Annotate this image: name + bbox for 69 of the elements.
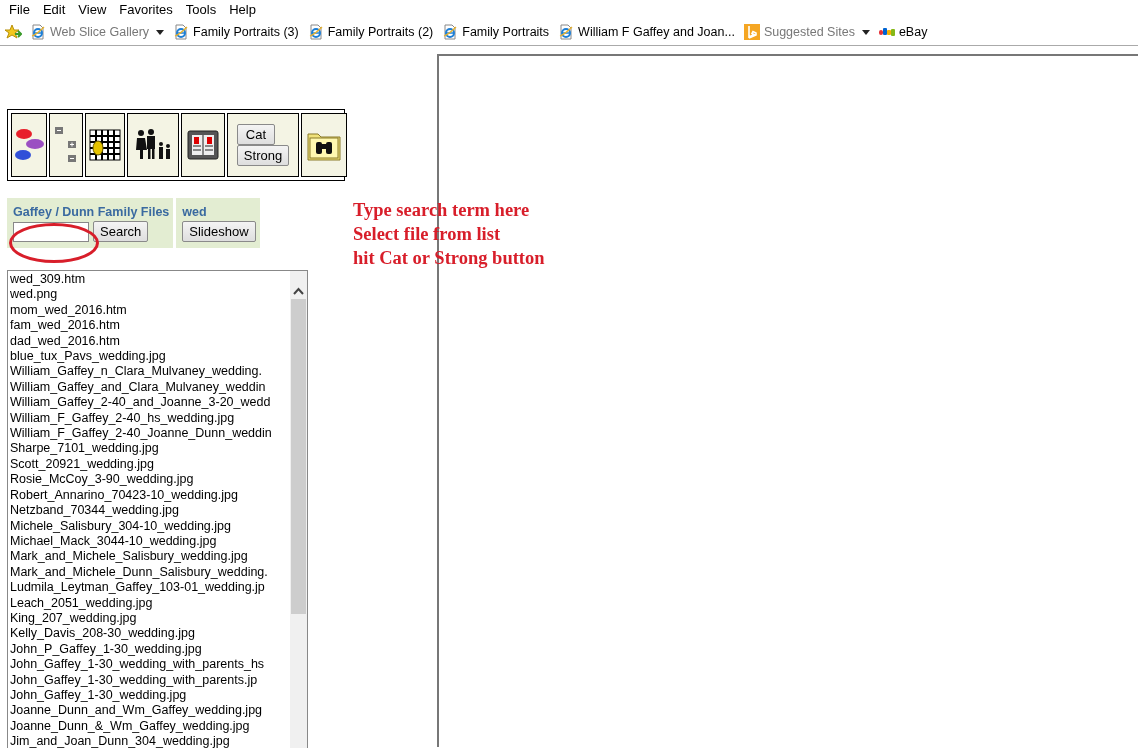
scrollbar[interactable] bbox=[290, 271, 307, 748]
page-icon bbox=[442, 24, 459, 40]
family-silhouette-icon[interactable] bbox=[133, 129, 173, 161]
file-list-item[interactable]: Scott_20921_wedding.jpg bbox=[10, 456, 288, 473]
menu-item[interactable]: Tools bbox=[178, 2, 223, 17]
file-list-item[interactable]: Michele_Salisbury_304-10_wedding.jpg bbox=[10, 518, 288, 534]
file-listbox[interactable] bbox=[7, 270, 308, 748]
favorites-link[interactable]: Family Portraits bbox=[442, 24, 550, 40]
page-icon bbox=[173, 24, 190, 40]
page-icon bbox=[307, 24, 324, 40]
file-list-item[interactable]: Sharpe_7101_wedding.jpg bbox=[10, 441, 288, 457]
file-list-item[interactable]: blue_tux_Pavs_wedding.jpg bbox=[10, 349, 288, 365]
file-list-item[interactable]: William_F_Gaffey_2-40_hs_wedding.jpg bbox=[10, 410, 288, 427]
favorites-link[interactable]: Family Portraits (2) bbox=[307, 24, 434, 40]
menu-item[interactable]: Edit bbox=[35, 2, 72, 17]
colored-ovals-icon[interactable] bbox=[13, 127, 45, 163]
file-list-item[interactable]: fam_wed_2016.htm bbox=[10, 318, 288, 334]
tree-nodes-icon[interactable] bbox=[54, 125, 78, 165]
favorites-link[interactable]: William F Gaffey and Joan... bbox=[558, 24, 735, 40]
menu-item[interactable]: File bbox=[2, 2, 36, 17]
file-list-item[interactable]: wed_309.htm bbox=[10, 272, 288, 288]
file-list-item[interactable]: Jim_and_Joan_Dunn_304_wedding.jpg bbox=[10, 734, 288, 748]
search-button[interactable]: Search bbox=[93, 221, 149, 242]
file-list-item[interactable]: wed.png bbox=[10, 287, 288, 303]
menu-item[interactable]: Favorites bbox=[112, 2, 179, 17]
menu-item[interactable]: View bbox=[71, 2, 113, 17]
file-list-item[interactable]: John_Gaffey_1-30_wedding_with_parents.jp bbox=[10, 672, 288, 688]
file-list-item[interactable]: Rosie_McCoy_3-90_wedding.jpg bbox=[10, 472, 288, 488]
file-list-item[interactable]: William_Gaffey_2-40_and_Joanne_3-20_wedd bbox=[10, 395, 288, 411]
favorites-link[interactable]: Family Portraits (3) bbox=[173, 24, 299, 40]
file-list-item[interactable]: Ludmila_Leytman_Gaffey_103-01_wedding.jp bbox=[10, 580, 288, 596]
file-list-item[interactable]: William_Gaffey_n_Clara_Mulvaney_wedding. bbox=[10, 364, 288, 380]
file-list-item[interactable]: Netzband_70344_wedding.jpg bbox=[10, 503, 288, 519]
file-list-item[interactable]: Leach_2051_wedding.jpg bbox=[10, 595, 288, 611]
favorites-dropdown[interactable]: Suggested Sites bbox=[743, 24, 870, 40]
file-list-item[interactable]: Joanne_Dunn_&_Wm_Gaffey_wedding.jpg bbox=[10, 718, 288, 735]
favorites-dropdown[interactable]: Web Slice Gallery bbox=[30, 24, 165, 40]
page-icon bbox=[558, 24, 575, 40]
file-list-item[interactable]: William_Gaffey_and_Clara_Mulvaney_weddin bbox=[10, 379, 288, 396]
grid-icon[interactable] bbox=[89, 129, 121, 161]
favorites-star-icon[interactable] bbox=[4, 24, 22, 40]
file-list-item[interactable]: Michael_Mack_3044-10_wedding.jpg bbox=[10, 533, 288, 550]
slideshow-button[interactable]: Slideshow bbox=[182, 221, 256, 242]
file-list-item[interactable]: Joanne_Dunn_and_Wm_Gaffey_wedding.jpg bbox=[10, 703, 288, 719]
file-list-item[interactable]: John_Gaffey_1-30_wedding.jpg bbox=[10, 687, 288, 704]
file-list-item[interactable]: John_Gaffey_1-30_wedding_with_parents_hs bbox=[10, 657, 288, 673]
favorites-link[interactable]: eBay bbox=[878, 25, 928, 39]
ebay-logo-icon bbox=[878, 28, 895, 36]
file-list-item[interactable]: mom_wed_2016.htm bbox=[10, 302, 288, 319]
scroll-up-icon[interactable] bbox=[293, 287, 304, 295]
menu-item[interactable]: Help bbox=[222, 2, 262, 17]
toolbar-button[interactable]: Strong bbox=[236, 145, 290, 166]
file-list-item[interactable]: Mark_and_Michele_Salisbury_wedding.jpg bbox=[10, 549, 288, 565]
file-list-item[interactable]: Robert_Annarino_70423-10_wedding.jpg bbox=[10, 487, 288, 504]
caret-icon bbox=[861, 29, 870, 35]
page-icon bbox=[30, 24, 46, 40]
folder-name: wed bbox=[182, 205, 208, 219]
file-list-item[interactable]: Mark_and_Michele_Dunn_Salisbury_wedding. bbox=[10, 564, 288, 581]
toolbar-button[interactable]: Cat bbox=[236, 124, 276, 145]
b-logo-icon bbox=[743, 24, 760, 40]
file-list-item[interactable]: John_P_Gaffey_1-30_wedding.jpg bbox=[10, 641, 288, 658]
file-list-item[interactable]: William_F_Gaffey_2-40_Joanne_Dunn_weddin bbox=[10, 426, 288, 442]
file-list-item[interactable]: Kelly_Davis_208-30_wedding.jpg bbox=[10, 626, 288, 642]
file-list-item[interactable]: dad_wed_2016.htm bbox=[10, 333, 288, 350]
caret-icon bbox=[156, 29, 165, 35]
panel-title: Gaffey / Dunn Family Files bbox=[13, 205, 170, 219]
scoreboard-icon[interactable] bbox=[187, 130, 219, 160]
file-list-item[interactable]: King_207_wedding.jpg bbox=[10, 610, 288, 627]
scrollbar-thumb[interactable] bbox=[291, 299, 306, 614]
